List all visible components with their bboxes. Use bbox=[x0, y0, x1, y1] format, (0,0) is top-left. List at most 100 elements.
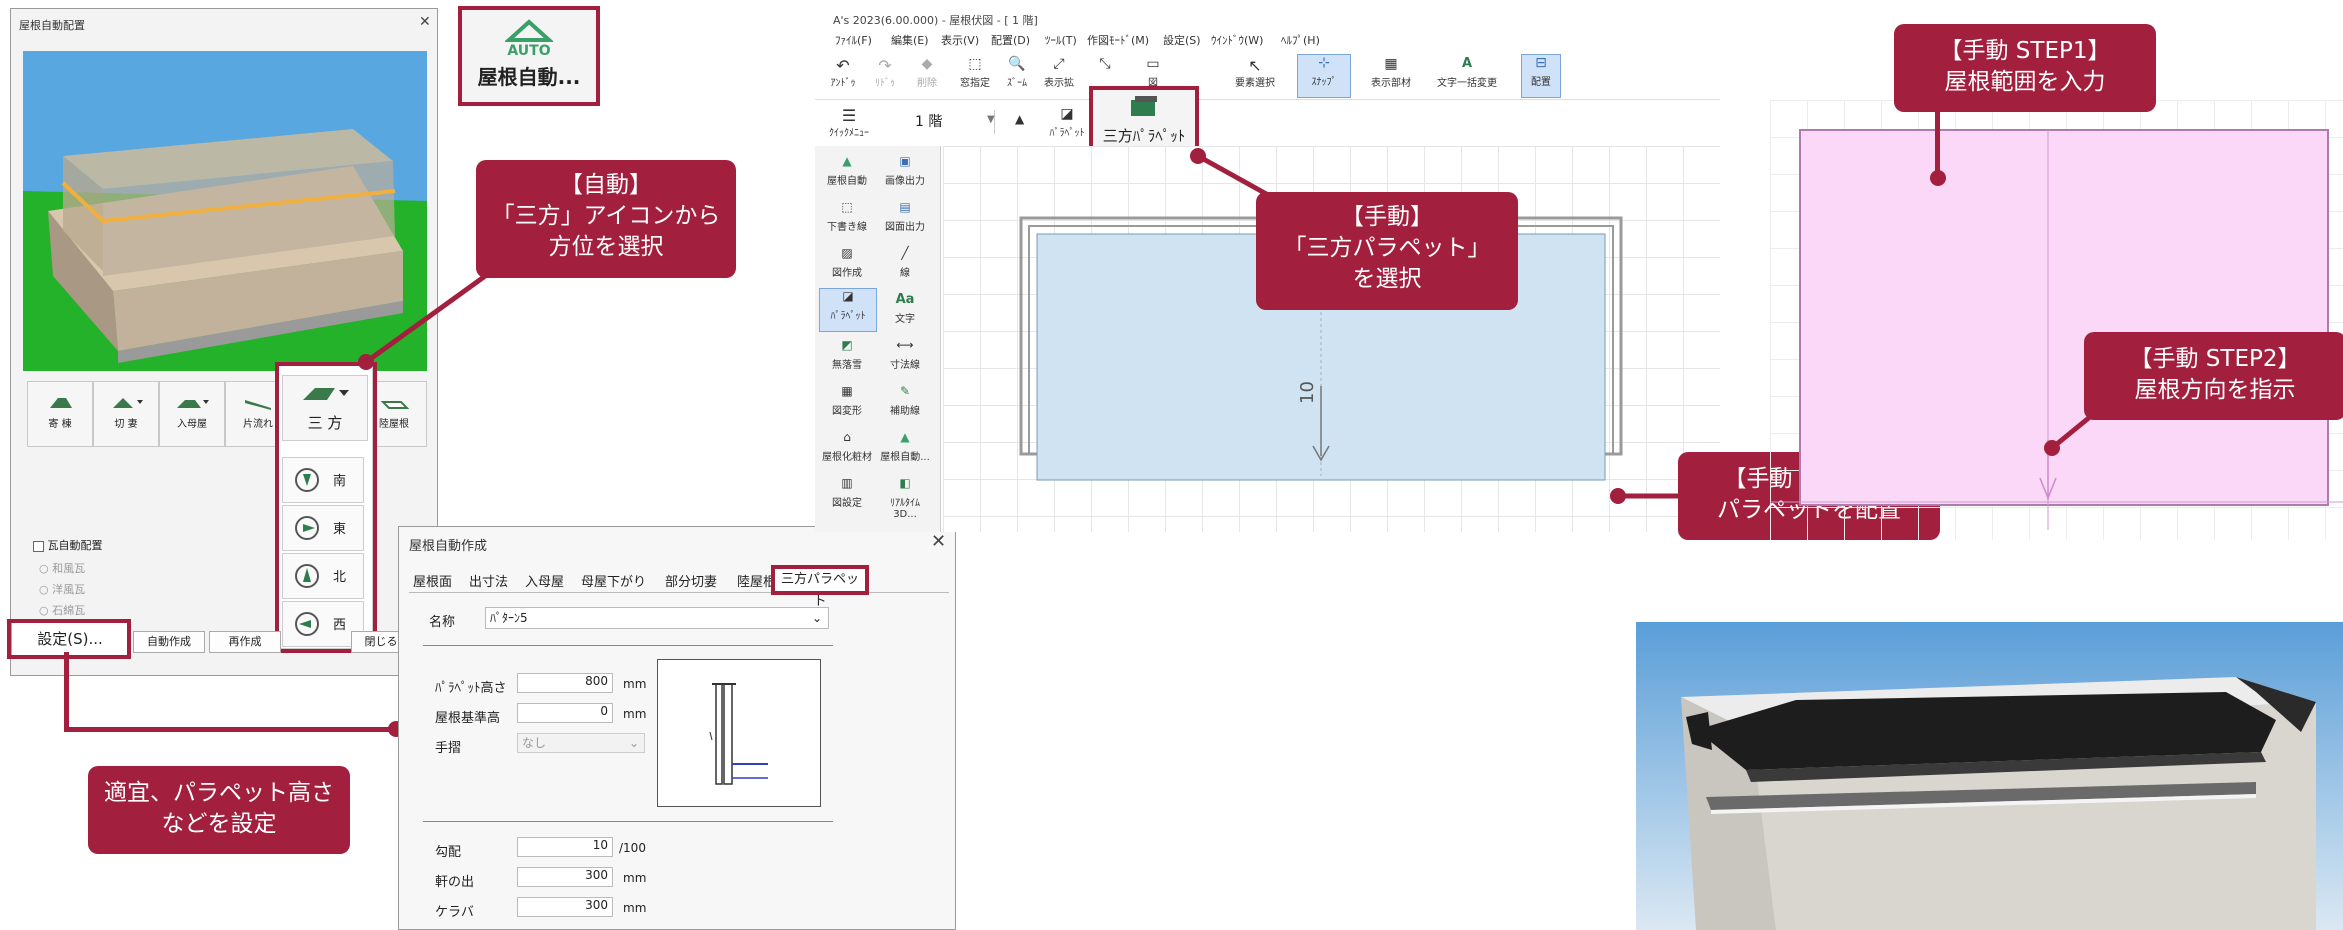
handrail-select[interactable]: なし ⌄ bbox=[517, 733, 645, 753]
name-value: ﾊﾟﾀｰﾝ5 bbox=[490, 611, 528, 625]
snap-button[interactable]: ⊹ ｽﾅｯﾌﾟ bbox=[1297, 54, 1351, 98]
tile-radio-sekimen[interactable]: ○ 石綿瓦 bbox=[39, 602, 85, 618]
sidebar-no-snow[interactable]: ◩ 無落雪 bbox=[821, 338, 873, 371]
sidebar-parapet[interactable]: ◪ ﾊﾟﾗﾍﾟｯﾄ bbox=[819, 288, 877, 332]
no-snow-icon: ◩ bbox=[841, 338, 853, 352]
connector-dot bbox=[1930, 170, 1946, 186]
menu-settings[interactable]: 設定(S) bbox=[1163, 32, 1201, 48]
roof-type-irimoya-button[interactable]: 入母屋 bbox=[159, 381, 225, 447]
connector-auto bbox=[358, 271, 490, 370]
fit-button[interactable]: ⤡ bbox=[1085, 56, 1125, 74]
tab-roof-surface[interactable]: 屋根面 bbox=[413, 571, 452, 590]
parapet-height-input[interactable]: 800 bbox=[517, 673, 613, 693]
menu-lines-icon: ☰ bbox=[841, 106, 857, 125]
sidebar-draft-line[interactable]: ⬚ 下書き線 bbox=[821, 200, 873, 233]
menu-help[interactable]: ﾍﾙﾌﾟ(H) bbox=[1281, 32, 1320, 48]
chevron-up-icon[interactable]: ▲ bbox=[1015, 112, 1024, 126]
sidebar-roof-auto[interactable]: ▲ 屋根自動 bbox=[821, 154, 873, 187]
callout-settings: 適宜、パラペット高さ などを設定 bbox=[88, 766, 350, 854]
floor-value: 1 階 bbox=[915, 114, 943, 130]
redo-icon: ↷ bbox=[878, 56, 892, 75]
tab-irimoya[interactable]: 入母屋 bbox=[525, 571, 564, 590]
menu-file[interactable]: ﾌｧｲﾙ(F) bbox=[835, 32, 872, 48]
draft-line-icon: ⬚ bbox=[841, 200, 853, 214]
sidebar-image-output[interactable]: ▣ 画像出力 bbox=[879, 154, 931, 187]
menu-tool[interactable]: ﾂｰﾙ(T) bbox=[1045, 32, 1077, 48]
menu-edit[interactable]: 編集(E) bbox=[891, 32, 929, 48]
sidebar-transform[interactable]: ▦ 図変形 bbox=[821, 384, 873, 417]
gable-roof-icon bbox=[113, 398, 143, 408]
auto-roof-icon-button[interactable]: AUTO 屋根自動... bbox=[458, 6, 600, 106]
sidebar-roof-auto-2[interactable]: ▲ 屋根自動... bbox=[879, 430, 931, 463]
sidebar-aux-line[interactable]: ✎ 補助線 bbox=[879, 384, 931, 417]
text-change-icon: A bbox=[1461, 56, 1473, 71]
zoom-button[interactable]: 🔍 ｽﾞｰﾑ bbox=[997, 56, 1037, 89]
callout-manual: 【手動】 「三方パラペット」 を選択 bbox=[1256, 192, 1518, 310]
unit-mm: mm bbox=[623, 901, 647, 915]
drawing-output-icon: ▤ bbox=[899, 200, 911, 214]
menu-window[interactable]: ｳｲﾝﾄﾞｳ(W) bbox=[1211, 32, 1263, 48]
menu-view[interactable]: 表示(V) bbox=[941, 32, 979, 48]
quick-menu-button[interactable]: ☰ ｸｲｯｸﾒﾆｭｰ bbox=[825, 106, 873, 139]
dimension-icon: ⟷ bbox=[896, 338, 914, 352]
display-parts-button[interactable]: ▦ 表示部材 bbox=[1365, 56, 1417, 89]
delete-button[interactable]: ◆ 削除 bbox=[907, 56, 947, 89]
close-icon[interactable]: ✕ bbox=[931, 531, 946, 552]
sidebar-realtime-3d[interactable]: ◧ ﾘｱﾙﾀｲﾑ3D... bbox=[879, 476, 931, 520]
tab-partial-gable[interactable]: 部分切妻 bbox=[665, 571, 717, 590]
roof-base-input[interactable]: 0 bbox=[517, 703, 613, 723]
tab-dimensions[interactable]: 出寸法 bbox=[469, 571, 508, 590]
undo-button[interactable]: ↶ ｱﾝﾄﾞｩ bbox=[823, 56, 863, 89]
keraba-input[interactable]: 300 bbox=[517, 897, 613, 917]
sanpou-parapet-icon bbox=[1131, 96, 1157, 116]
tab-sanpou-parapet[interactable]: 三方パラペット bbox=[771, 565, 869, 609]
transform-icon: ▦ bbox=[841, 384, 853, 398]
place-icon: ⊟ bbox=[1535, 55, 1547, 71]
floor-select[interactable]: 1 階 bbox=[885, 110, 995, 134]
text-batch-change-button[interactable]: A 文字一括変更 bbox=[1429, 56, 1505, 89]
name-select[interactable]: ﾊﾟﾀｰﾝ5 ⌄ bbox=[485, 607, 829, 629]
tile-auto-checkbox[interactable]: 瓦自動配置 bbox=[33, 537, 103, 553]
tile-radio-you[interactable]: ○ 洋風瓦 bbox=[39, 581, 85, 597]
sidebar-dimension[interactable]: ⟷ 寸法線 bbox=[879, 338, 931, 371]
recreate-button[interactable]: 再作成 bbox=[209, 631, 281, 653]
handrail-value: なし bbox=[522, 736, 547, 750]
close-icon[interactable]: ✕ bbox=[419, 14, 431, 30]
sidebar-line[interactable]: ╱ 線 bbox=[879, 246, 931, 279]
callout-auto: 【自動】 「三方」アイコンから 方位を選択 bbox=[476, 160, 736, 278]
hip-roof-icon bbox=[50, 398, 72, 408]
display-expand-button[interactable]: ⤢ 表示拡 bbox=[1039, 56, 1079, 89]
chevron-down-icon: ⌄ bbox=[628, 736, 639, 750]
tile-radio-wa[interactable]: ○ 和風瓦 bbox=[39, 560, 85, 576]
shed-roof-icon bbox=[245, 400, 271, 410]
sidebar-roof-finish[interactable]: ⌂ 屋根化粧材 bbox=[821, 430, 873, 463]
redo-button[interactable]: ↷ ﾘﾄﾞｩ bbox=[865, 56, 905, 89]
auto-create-button[interactable]: 自動作成 bbox=[133, 631, 205, 653]
sidebar-figure-settings[interactable]: ▥ 図設定 bbox=[821, 476, 873, 509]
sidebar-text[interactable]: Aa 文字 bbox=[879, 292, 931, 325]
place-button[interactable]: ⊟ 配置 bbox=[1521, 54, 1561, 98]
dialog-title: 屋根自動作成 bbox=[409, 539, 488, 554]
eave-input[interactable]: 300 bbox=[517, 867, 613, 887]
menu-place[interactable]: 配置(D) bbox=[991, 32, 1030, 48]
menu-draw-mode[interactable]: 作図ﾓｰﾄﾞ(M) bbox=[1087, 32, 1149, 48]
parapet-tool-button[interactable]: ◪ ﾊﾟﾗﾍﾟｯﾄ bbox=[1047, 106, 1087, 139]
cursor-icon: ↖ bbox=[1248, 56, 1262, 75]
roof-create-dialog: 屋根自動作成 ✕ 屋根面 出寸法 入母屋 母屋下がり 部分切妻 陸屋根 三方パラ… bbox=[398, 526, 956, 930]
image-output-icon: ▣ bbox=[899, 154, 911, 168]
slope-input[interactable]: 10 bbox=[517, 837, 613, 857]
auto-icon-label: 屋根自動... bbox=[477, 65, 581, 89]
tab-moya-sagari[interactable]: 母屋下がり bbox=[581, 571, 646, 590]
chevron-down-icon[interactable]: ▼ bbox=[987, 114, 995, 125]
window-title: A's 2023(6.00.000) - 屋根伏図 - [ 1 階] bbox=[833, 14, 1038, 27]
slope-mark: 10 bbox=[1297, 381, 1318, 404]
sidebar-drawing-output[interactable]: ▤ 図面出力 bbox=[879, 200, 931, 233]
window-select-button[interactable]: ⬚ 窓指定 bbox=[955, 56, 995, 89]
roof-type-gable-button[interactable]: 切 妻 bbox=[93, 381, 159, 447]
callout-line: 「三方」アイコンから bbox=[491, 203, 721, 230]
roof-type-label: 切 妻 bbox=[114, 419, 138, 430]
roof-type-hip-button[interactable]: 寄 棟 bbox=[27, 381, 93, 447]
figure-button[interactable]: ▭ 図 bbox=[1133, 56, 1173, 89]
element-select-button[interactable]: ↖ 要素選択 bbox=[1227, 56, 1283, 89]
sidebar-figure-create[interactable]: ▨ 図作成 bbox=[821, 246, 873, 279]
